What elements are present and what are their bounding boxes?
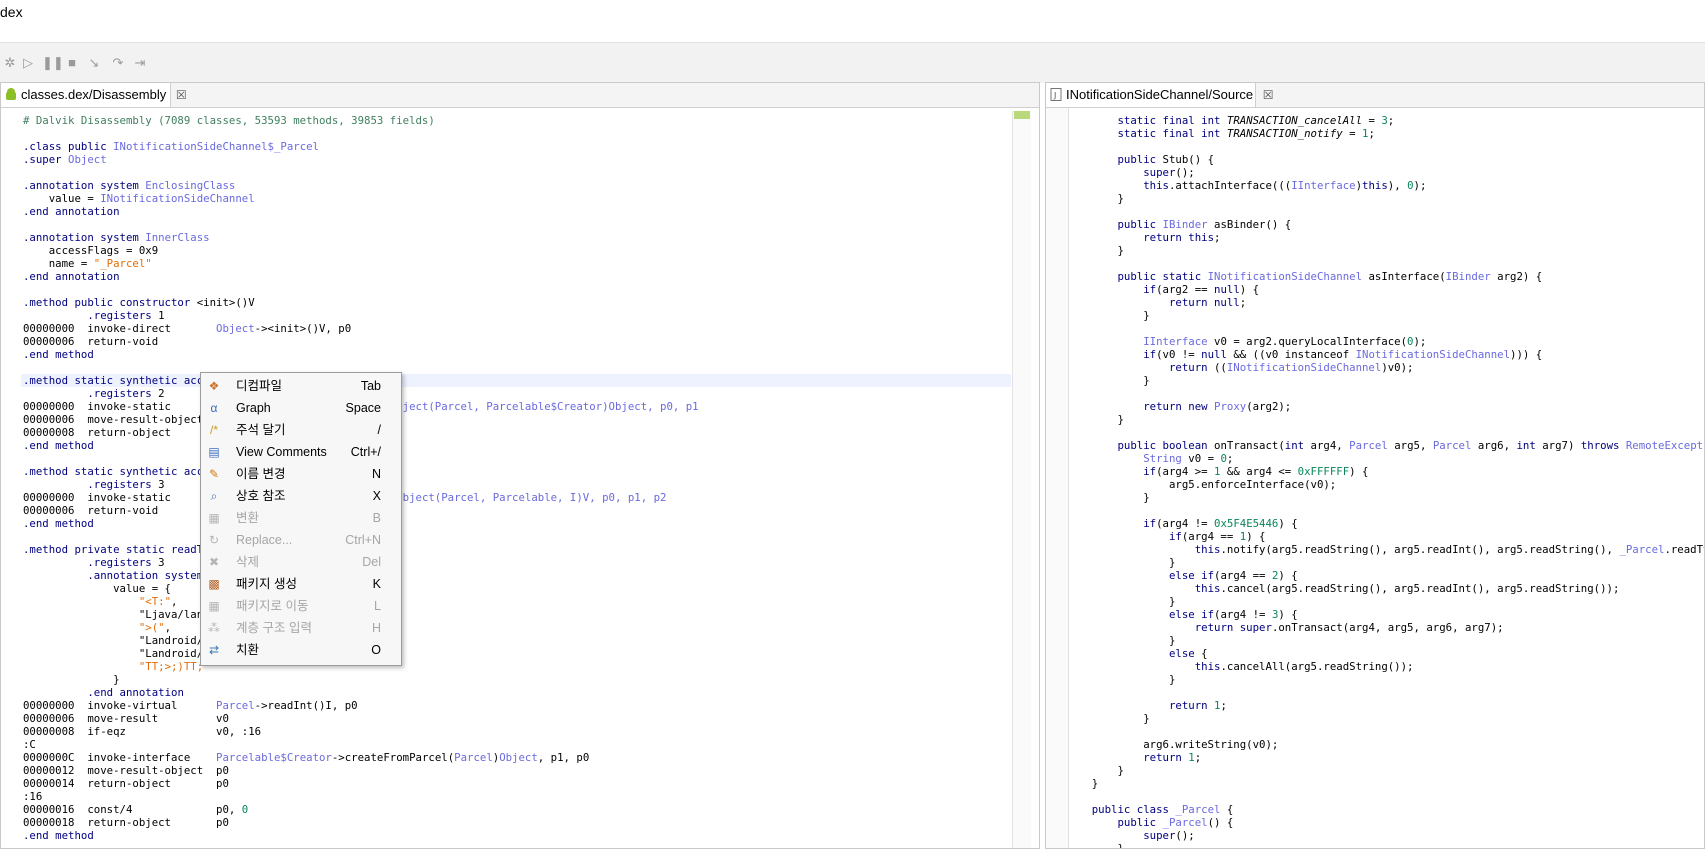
tab-disassembly[interactable]: classes.dex/Disassembly ☒ — [1, 83, 171, 107]
menu-item-shortcut: / — [378, 419, 381, 441]
left-tab-bar: classes.dex/Disassembly ☒ — [1, 83, 1039, 108]
graph-icon: α — [207, 401, 221, 415]
window-title: dex — [0, 4, 23, 20]
menu-item-label: View Comments — [236, 441, 327, 463]
menu-item-delete[interactable]: ✖ 삭제 Del — [201, 551, 401, 573]
menu-item-create-package[interactable]: ▩ 패키지 생성 K — [201, 573, 401, 595]
source-code-view[interactable]: static final int TRANSACTION_cancelAll =… — [1046, 108, 1704, 848]
menu-item-shortcut: B — [373, 507, 381, 529]
java-file-icon: J — [1050, 88, 1062, 101]
replace-icon: ↻ — [207, 533, 221, 547]
tab-source[interactable]: J INotificationSideChannel/Source ☒ — [1046, 83, 1256, 107]
move-to-package-icon: ▦ — [207, 599, 221, 613]
comment-icon: /* — [207, 423, 221, 437]
create-package-icon: ▩ — [207, 577, 221, 591]
right-tab-bar: J INotificationSideChannel/Source ☒ — [1046, 83, 1704, 108]
convert-icon: ▦ — [207, 511, 221, 525]
menu-item-shortcut: Ctrl+/ — [351, 441, 381, 463]
step-over-icon[interactable]: ↷ — [110, 55, 126, 71]
scroll-thumb[interactable] — [1014, 111, 1030, 119]
menu-item-decompile[interactable]: ❖ 디컴파일 Tab — [201, 375, 401, 397]
debug-toolbar: ✲ ▷ ❚❚ ■ ↘ ↷ ⇥ — [0, 42, 1705, 83]
svg-text:J: J — [1053, 91, 1056, 100]
menu-item-shortcut: Tab — [361, 375, 381, 397]
menu-item-shortcut: X — [373, 485, 381, 507]
delete-icon: ✖ — [207, 555, 221, 569]
menu-item-label: 상호 참조 — [236, 485, 285, 507]
menu-item-label: 이름 변경 — [236, 463, 285, 485]
menu-item-label: 디컴파일 — [236, 375, 282, 397]
step-into-icon[interactable]: ↘ — [86, 55, 102, 71]
step-return-icon[interactable]: ⇥ — [132, 55, 148, 71]
suspend-icon[interactable]: ❚❚ — [42, 55, 58, 71]
android-icon — [5, 88, 17, 101]
menu-item-view-comments[interactable]: ▤ View Comments Ctrl+/ — [201, 441, 401, 463]
close-icon[interactable]: ☒ — [176, 83, 187, 107]
menu-item-convert[interactable]: ▦ 변환 B — [201, 507, 401, 529]
menu-item-comment[interactable]: /* 주석 달기 / — [201, 419, 401, 441]
disassembly-pane: classes.dex/Disassembly ☒ # Dalvik Disas… — [0, 82, 1040, 849]
terminate-icon[interactable]: ■ — [64, 55, 80, 71]
menu-item-shortcut: O — [371, 639, 381, 661]
context-menu: ❖ 디컴파일 Tab α Graph Space /* 주석 달기 / ▤ View Comment… — [200, 372, 402, 666]
left-vertical-scrollbar[interactable] — [1012, 111, 1031, 848]
menu-item-shortcut: Ctrl+N — [345, 529, 381, 551]
tab-disassembly-label: classes.dex/Disassembly — [21, 87, 166, 102]
menu-item-substitute[interactable]: ⇄ 치환 O — [201, 639, 401, 661]
substitute-icon: ⇄ — [207, 643, 221, 657]
menu-item-replace[interactable]: ↻ Replace... Ctrl+N — [201, 529, 401, 551]
type-hierarchy-icon: ⁂ — [207, 621, 221, 635]
menu-item-rename[interactable]: ✎ 이름 변경 N — [201, 463, 401, 485]
menu-item-graph[interactable]: α Graph Space — [201, 397, 401, 419]
menu-item-shortcut: Space — [346, 397, 381, 419]
menu-item-label: Graph — [236, 397, 271, 419]
menu-item-label: 주석 달기 — [236, 419, 285, 441]
menu-item-shortcut: H — [372, 617, 381, 639]
title-bar: dex — [0, 0, 1705, 42]
close-icon[interactable]: ☒ — [1263, 83, 1274, 107]
menu-item-label: 삭제 — [236, 551, 259, 573]
menu-item-label: 패키지 생성 — [236, 573, 297, 595]
tab-source-label: INotificationSideChannel/Source — [1066, 87, 1253, 102]
decompile-icon: ❖ — [207, 379, 221, 393]
menu-item-type-hierarchy[interactable]: ⁂ 계층 구조 입력 H — [201, 617, 401, 639]
menu-item-cross-reference[interactable]: ⌕ 상호 참조 X — [201, 485, 401, 507]
view-comments-icon: ▤ — [207, 445, 221, 459]
menu-item-label: 변환 — [236, 507, 259, 529]
menu-item-shortcut: Del — [362, 551, 381, 573]
resume-icon[interactable]: ▷ — [20, 55, 36, 71]
menu-item-move-to-package[interactable]: ▦ 패키지로 이동 L — [201, 595, 401, 617]
cross-reference-icon: ⌕ — [207, 489, 221, 503]
menu-item-shortcut: N — [372, 463, 381, 485]
debug-icon[interactable]: ✲ — [2, 55, 18, 71]
menu-item-label: 치환 — [236, 639, 259, 661]
menu-item-shortcut: K — [373, 573, 381, 595]
menu-item-label: 계층 구조 입력 — [236, 617, 312, 639]
disassembly-code-view[interactable]: # Dalvik Disassembly (7089 classes, 5359… — [1, 108, 1039, 848]
rename-icon: ✎ — [207, 467, 221, 481]
menu-item-label: Replace... — [236, 529, 292, 551]
source-text: static final int TRANSACTION_cancelAll =… — [1066, 114, 1704, 848]
source-pane: J INotificationSideChannel/Source ☒ stat… — [1045, 82, 1705, 849]
menu-item-shortcut: L — [374, 595, 381, 617]
menu-item-label: 패키지로 이동 — [236, 595, 308, 617]
